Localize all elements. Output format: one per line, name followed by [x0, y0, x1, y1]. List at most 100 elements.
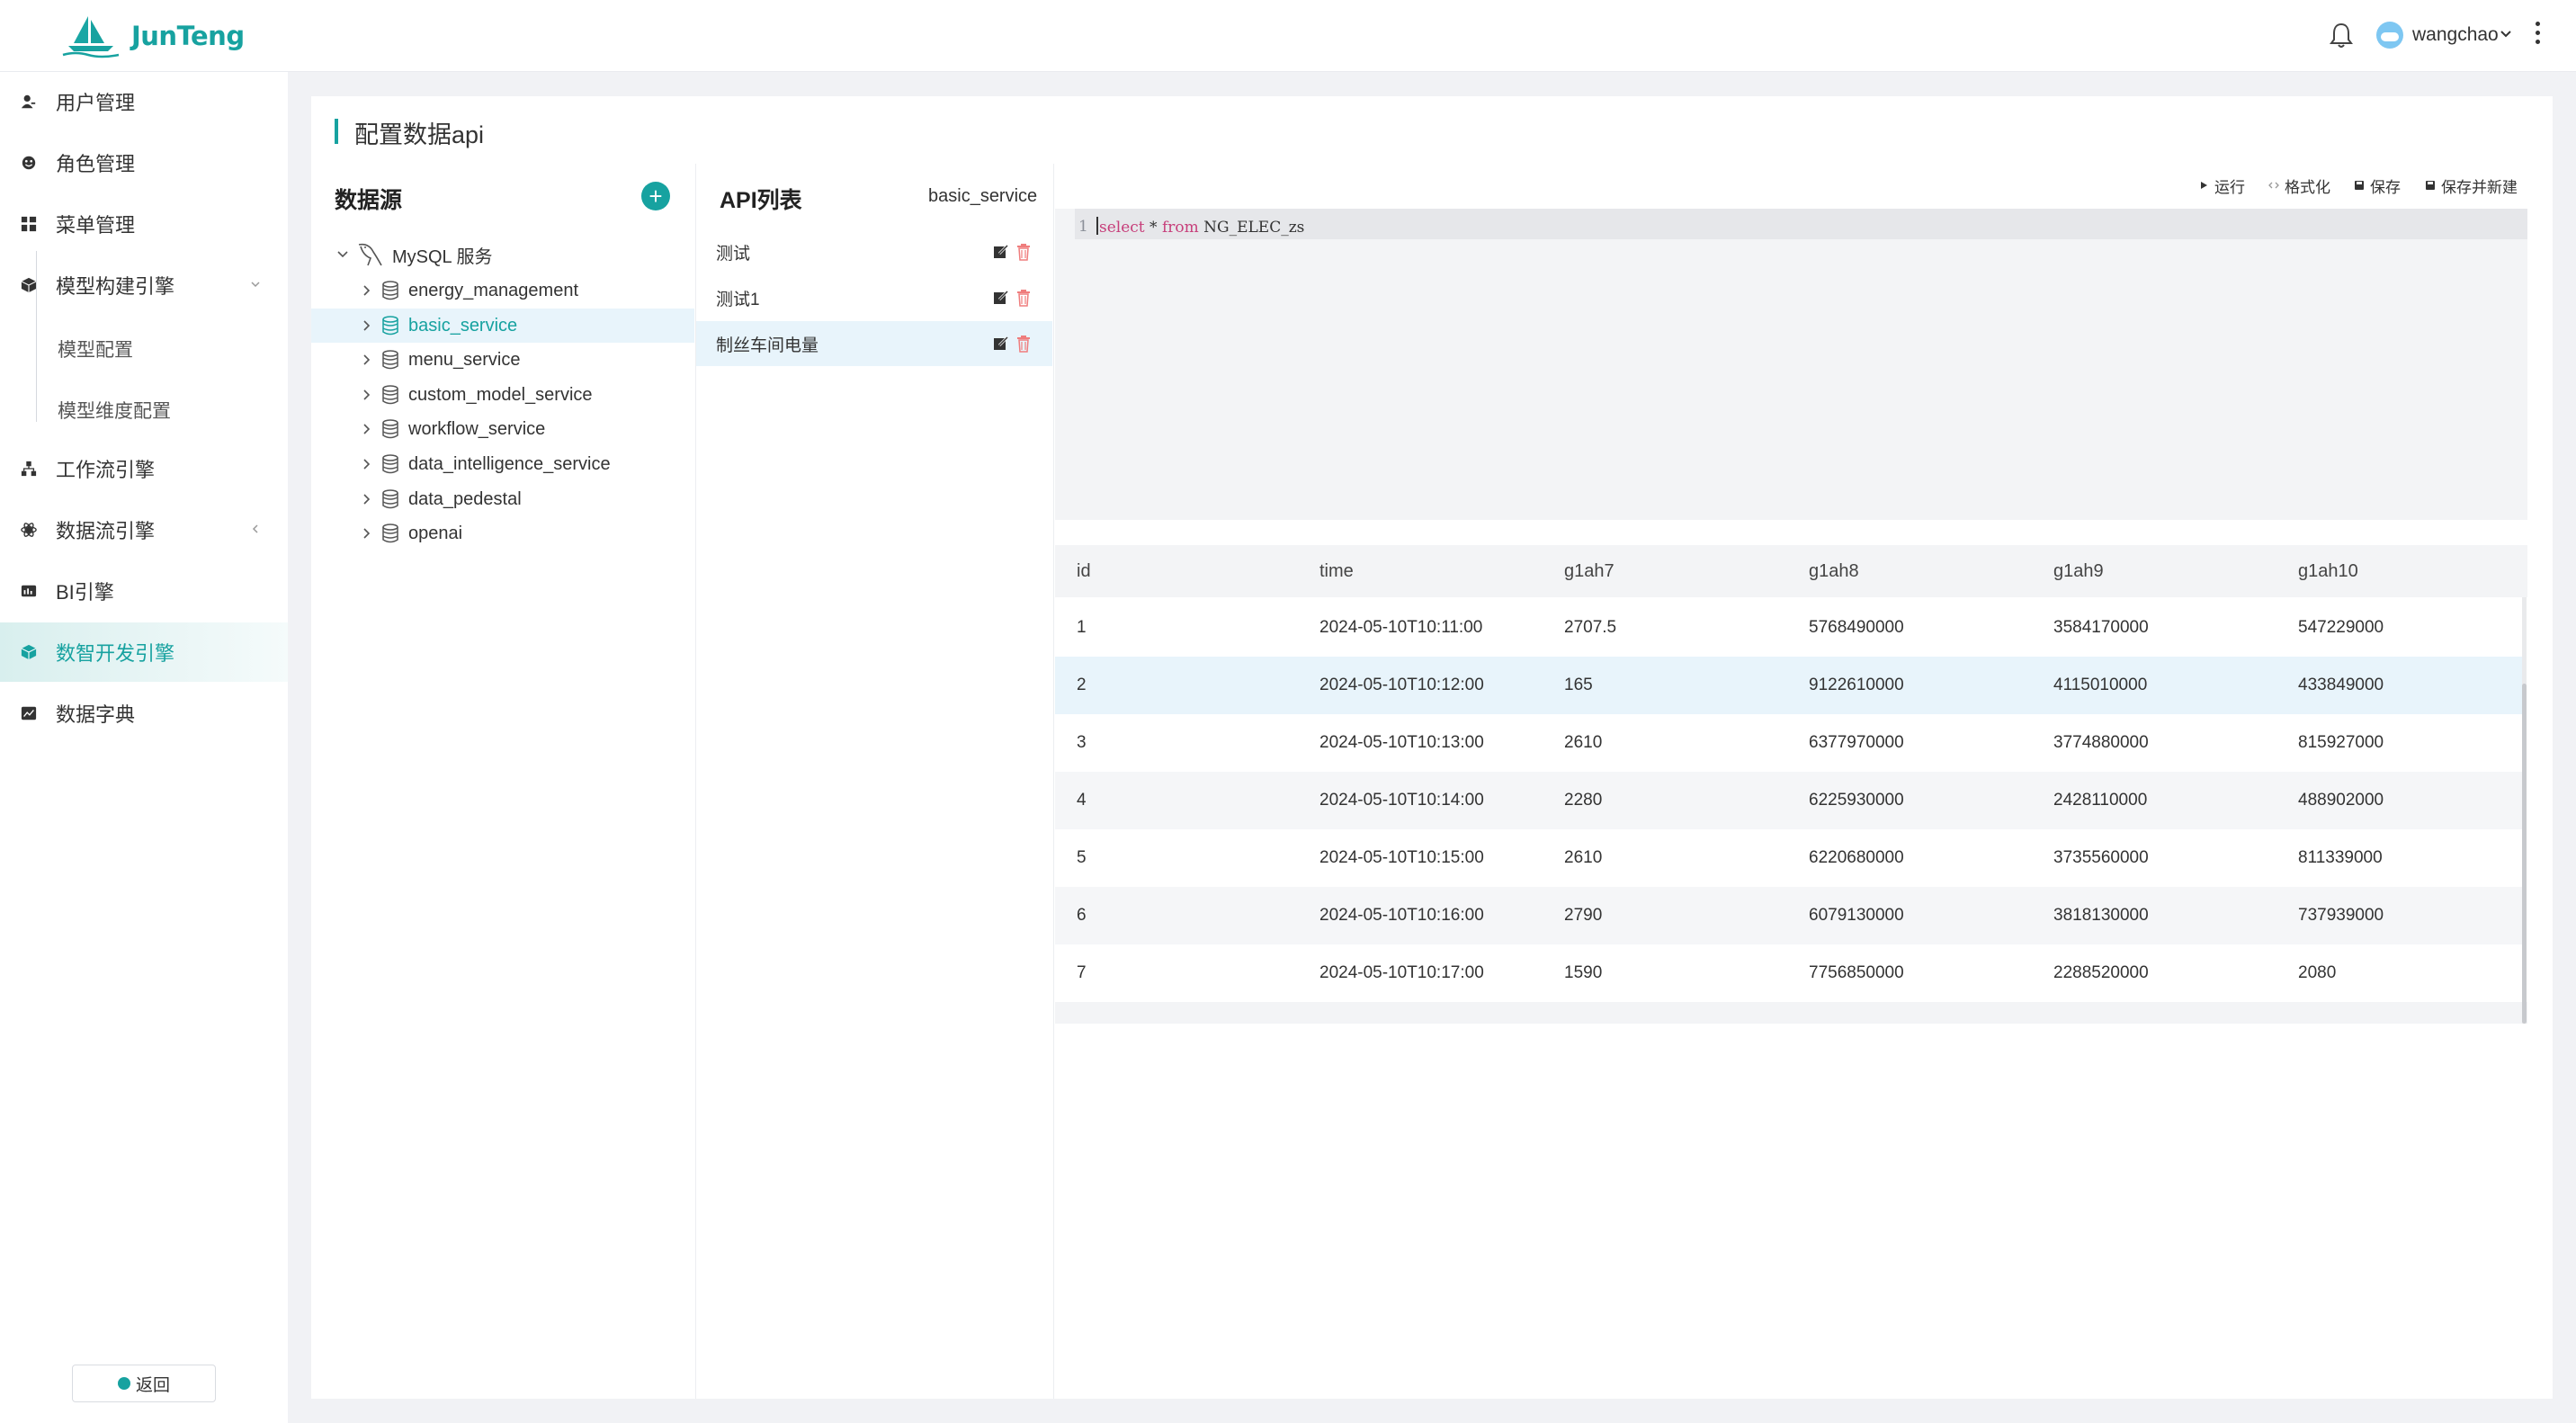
- table-footer-scrollbar[interactable]: [1055, 1002, 2527, 1024]
- table-cell-g1ah9: 2288520000: [2053, 963, 2149, 982]
- tree-node-data-pedestal[interactable]: data_pedestal: [311, 482, 694, 516]
- table-cell-g1ah8: 9122610000: [1809, 676, 1904, 694]
- column-header-id[interactable]: id: [1077, 561, 1091, 582]
- run-button[interactable]: 运行: [2198, 175, 2245, 196]
- sidebar-item-dev-engine[interactable]: 数智开发引擎: [0, 622, 288, 682]
- edit-icon[interactable]: [993, 336, 1009, 352]
- format-label: 格式化: [2285, 178, 2330, 196]
- column-header-g1ah9[interactable]: g1ah9: [2053, 561, 2104, 582]
- tree-node-label: workflow_service: [408, 418, 546, 439]
- tree-root-mysql[interactable]: MySQL 服务: [336, 241, 493, 268]
- table-cell-time: 2024-05-10T10:15:00: [1319, 848, 1484, 867]
- tree-node-label: energy_management: [408, 280, 579, 300]
- chevron-down-icon[interactable]: [2499, 27, 2513, 41]
- chevron-right-icon[interactable]: [360, 284, 372, 297]
- sidebar-item-data-dictionary[interactable]: 数据字典: [0, 684, 288, 743]
- sailboat-logo-icon: [62, 16, 120, 58]
- sql-editor[interactable]: [1055, 209, 2527, 520]
- column-header-g1ah10[interactable]: g1ah10: [2298, 561, 2358, 582]
- delete-icon[interactable]: [1016, 289, 1031, 307]
- more-vertical-icon[interactable]: [2535, 22, 2542, 49]
- sidebar-item-label: 菜单管理: [56, 214, 136, 237]
- sidebar-item-user-management[interactable]: 用户管理: [0, 72, 288, 131]
- chevron-right-icon[interactable]: [360, 319, 372, 332]
- tree-node-openai[interactable]: openai: [311, 516, 694, 550]
- save-and-new-button[interactable]: 保存并新建: [2425, 175, 2518, 196]
- dev-icon: [20, 643, 38, 661]
- sql-code-line[interactable]: select * from NG_ELEC_zs: [1096, 217, 1304, 237]
- sidebar-item-workflow-engine[interactable]: 工作流引擎: [0, 439, 288, 498]
- back-button[interactable]: 返回: [72, 1365, 216, 1402]
- username[interactable]: wangchao: [2412, 24, 2499, 46]
- tree-node-workflow-service[interactable]: workflow_service: [311, 412, 694, 446]
- chevron-right-icon[interactable]: [360, 389, 372, 401]
- sidebar-item-bi-engine[interactable]: BI引擎: [0, 561, 288, 621]
- format-button[interactable]: 格式化: [2268, 175, 2330, 196]
- column-header-g1ah8[interactable]: g1ah8: [1809, 561, 1859, 582]
- chevron-right-icon[interactable]: [360, 423, 372, 435]
- api-list-item[interactable]: 制丝车间电量: [696, 321, 1052, 366]
- chevron-right-icon[interactable]: [360, 527, 372, 540]
- save-button[interactable]: 保存: [2354, 175, 2401, 196]
- delete-icon[interactable]: [1016, 243, 1031, 261]
- sql-keyword-select: select: [1099, 219, 1145, 237]
- table-cell-id: 7: [1077, 963, 1087, 982]
- user-icon: [20, 93, 38, 111]
- table-cell-id: 4: [1077, 791, 1087, 810]
- table-cell-id: 6: [1077, 906, 1087, 925]
- tree-node-data-intelligence-service[interactable]: data_intelligence_service: [311, 447, 694, 481]
- chevron-right-icon[interactable]: [360, 354, 372, 366]
- table-cell-g1ah7: 165: [1564, 676, 1593, 694]
- tree-root-label: MySQL 服务: [392, 246, 493, 267]
- submenu-item-model-config[interactable]: 模型配置: [58, 336, 133, 362]
- sidebar-item-model-engine[interactable]: 模型构建引擎: [0, 255, 288, 315]
- sidebar-item-menu-management[interactable]: 菜单管理: [0, 194, 288, 254]
- database-icon: [382, 350, 398, 370]
- api-service-name: basic_service: [928, 186, 1038, 206]
- notification-bell-icon[interactable]: [2328, 21, 2355, 49]
- table-cell-g1ah8: 6220680000: [1809, 848, 1904, 867]
- table-cell-g1ah7: 2707.5: [1564, 618, 1617, 637]
- api-list-item[interactable]: 测试1: [696, 275, 1052, 320]
- chevron-right-icon[interactable]: [360, 493, 372, 506]
- column-header-time[interactable]: time: [1319, 561, 1354, 582]
- sidebar-item-role-management[interactable]: 角色管理: [0, 133, 288, 192]
- tree-node-custom-model-service[interactable]: custom_model_service: [311, 378, 694, 412]
- submenu-item-model-dimension-config[interactable]: 模型维度配置: [58, 397, 171, 424]
- table-cell-id: 2: [1077, 676, 1087, 694]
- api-list-title: API列表: [720, 188, 802, 213]
- sql-star: *: [1144, 219, 1162, 237]
- tree-node-menu-service[interactable]: menu_service: [311, 343, 694, 377]
- save-label: 保存: [2370, 178, 2401, 196]
- save-icon: [2355, 181, 2364, 190]
- edit-icon[interactable]: [993, 290, 1009, 306]
- tree-node-label: menu_service: [408, 349, 521, 370]
- chevron-right-icon[interactable]: [360, 458, 372, 470]
- tree-node-energy-management[interactable]: energy_management: [311, 273, 694, 308]
- user-avatar[interactable]: [2376, 22, 2403, 49]
- sidebar-item-dataflow-engine[interactable]: 数据流引擎: [0, 500, 288, 559]
- api-list-item[interactable]: 测试: [696, 229, 1052, 274]
- add-datasource-button[interactable]: +: [641, 182, 670, 210]
- table-cell-g1ah9: 3818130000: [2053, 906, 2149, 925]
- table-cell-g1ah10: 2080: [2298, 963, 2337, 982]
- table-cell-id: 5: [1077, 848, 1087, 867]
- chevron-left-icon: [252, 524, 258, 533]
- submenu-divider: [36, 251, 37, 422]
- table-cell-g1ah9: 2428110000: [2053, 791, 2148, 810]
- table-cell-g1ah7: 2280: [1564, 791, 1603, 810]
- cube-icon: [20, 276, 38, 294]
- menu-grid-icon: [20, 215, 38, 233]
- column-header-g1ah7[interactable]: g1ah7: [1564, 561, 1614, 582]
- delete-icon[interactable]: [1016, 335, 1031, 353]
- edit-icon[interactable]: [993, 244, 1009, 260]
- app-logo[interactable]: JunTeng: [61, 9, 245, 63]
- tree-node-basic-service[interactable]: basic_service: [311, 309, 694, 343]
- tree-node-label: custom_model_service: [408, 384, 593, 405]
- tree-node-label: data_pedestal: [408, 488, 522, 509]
- mysql-dolphin-icon: [358, 243, 382, 266]
- role-icon: [20, 154, 38, 172]
- table-vertical-scrollbar-thumb[interactable]: [2522, 684, 2527, 1024]
- database-icon: [382, 454, 398, 474]
- chevron-down-icon[interactable]: [336, 248, 349, 261]
